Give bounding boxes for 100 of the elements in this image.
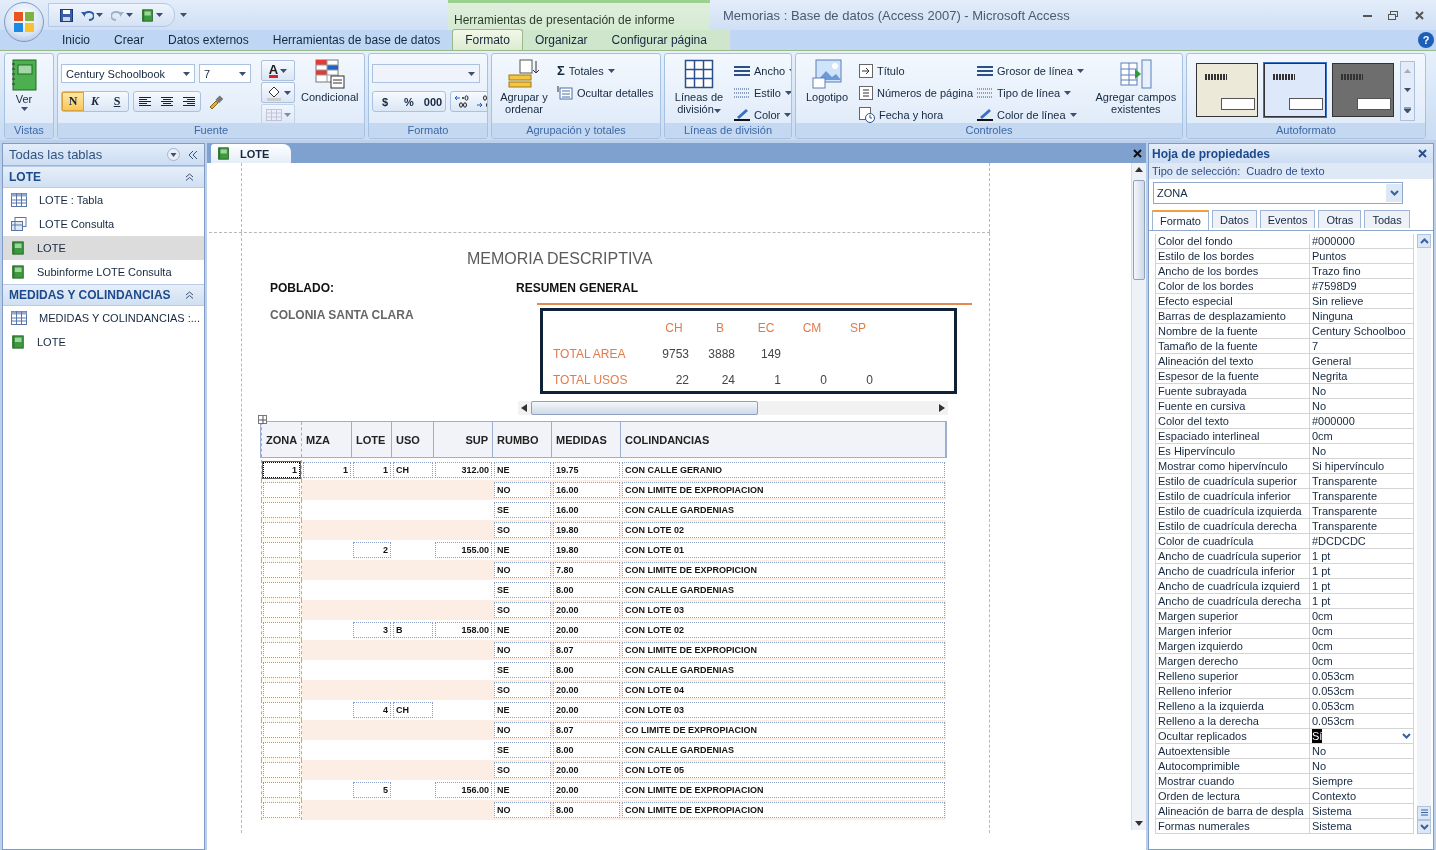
document-tab[interactable]: LOTE bbox=[211, 144, 292, 163]
group-sort-button[interactable]: Agrupar y ordenar bbox=[495, 57, 553, 117]
font-style-button[interactable]: N bbox=[62, 92, 84, 111]
line-option-button[interactable]: Grosor de línea bbox=[977, 61, 1084, 80]
property-value[interactable]: Century Schoolboo bbox=[1312, 324, 1406, 338]
property-value[interactable]: Contexto bbox=[1312, 789, 1357, 803]
property-value[interactable]: Transparente bbox=[1312, 504, 1378, 518]
navigation-item[interactable]: LOTE : Tabla bbox=[3, 188, 204, 212]
insert-control-button[interactable]: Título bbox=[859, 61, 973, 80]
help-button[interactable]: ? bbox=[1418, 32, 1434, 48]
right-arrow-icon[interactable] bbox=[939, 404, 945, 412]
property-value[interactable]: 0cm bbox=[1312, 609, 1333, 623]
gridline-option-button[interactable]: Estilo bbox=[734, 83, 791, 102]
property-value[interactable]: No bbox=[1312, 444, 1327, 458]
conditional-format-button[interactable]: Condicional bbox=[299, 57, 361, 105]
property-value[interactable]: 0.053cm bbox=[1312, 714, 1355, 728]
navigation-item[interactable]: LOTE bbox=[3, 330, 204, 354]
line-option-button[interactable]: Color de línea bbox=[977, 105, 1084, 123]
office-button[interactable] bbox=[4, 2, 44, 42]
close-icon[interactable] bbox=[1133, 148, 1142, 158]
property-tab[interactable]: Formato bbox=[1152, 210, 1209, 230]
property-value[interactable]: 0cm bbox=[1312, 429, 1333, 443]
navigation-group-header[interactable]: MEDIDAS Y COLINDANCIAS bbox=[3, 284, 204, 306]
autoformat-thumbnail[interactable] bbox=[1196, 63, 1258, 117]
property-value[interactable]: Sistema bbox=[1312, 819, 1352, 833]
property-value[interactable]: Sistema bbox=[1312, 804, 1352, 818]
property-value[interactable]: 0.053cm bbox=[1312, 669, 1355, 683]
number-format-button[interactable]: $ bbox=[373, 92, 397, 111]
view-button[interactable]: Ver bbox=[8, 57, 40, 113]
collapse-icon[interactable] bbox=[188, 150, 198, 159]
property-value[interactable]: No bbox=[1312, 759, 1327, 773]
ribbon-tab[interactable]: Configurar página bbox=[599, 30, 719, 50]
property-value[interactable]: Siempre bbox=[1312, 774, 1353, 788]
property-value[interactable]: #000000 bbox=[1312, 414, 1355, 428]
gridlines-button[interactable]: Líneas de división bbox=[668, 57, 730, 117]
property-value[interactable]: Transparente bbox=[1312, 489, 1378, 503]
font-style-button[interactable]: K bbox=[84, 92, 106, 111]
property-value[interactable]: Ninguna bbox=[1312, 309, 1353, 323]
property-value[interactable]: Transparente bbox=[1312, 474, 1378, 488]
scroll-grip-icon[interactable] bbox=[1419, 809, 1429, 817]
insert-control-button[interactable]: Números de página bbox=[859, 83, 973, 102]
property-value[interactable]: 1 pt bbox=[1312, 579, 1331, 593]
navigation-item[interactable]: Subinforme LOTE Consulta bbox=[3, 260, 204, 284]
line-option-button[interactable]: Tipo de línea bbox=[977, 83, 1084, 102]
property-value[interactable]: Transparente bbox=[1312, 519, 1378, 533]
property-tab[interactable]: Eventos bbox=[1259, 210, 1316, 228]
property-value[interactable]: No bbox=[1312, 399, 1327, 413]
property-value[interactable]: 0cm bbox=[1312, 624, 1333, 638]
vertical-scrollbar[interactable] bbox=[1131, 163, 1146, 830]
autoformat-thumbnail[interactable] bbox=[1332, 63, 1394, 117]
property-value[interactable]: 0cm bbox=[1312, 639, 1333, 653]
property-value[interactable]: 0.053cm bbox=[1312, 684, 1355, 698]
horizontal-scrollbar[interactable] bbox=[518, 401, 948, 415]
property-value[interactable]: No bbox=[1312, 744, 1327, 758]
property-value[interactable]: 7 bbox=[1312, 339, 1319, 353]
property-tab[interactable]: Datos bbox=[1211, 210, 1257, 228]
add-fields-button[interactable]: Agregar campos existentes bbox=[1087, 57, 1182, 117]
navigation-item[interactable]: LOTE Consulta bbox=[3, 212, 204, 236]
property-value[interactable]: Si hipervínculo bbox=[1312, 459, 1385, 473]
scrollbar-thumb[interactable] bbox=[1133, 180, 1145, 280]
number-format-field[interactable] bbox=[372, 64, 480, 83]
property-value[interactable]: Sin relieve bbox=[1312, 294, 1364, 308]
gridline-option-button[interactable]: Ancho bbox=[734, 61, 791, 80]
property-value[interactable]: Trazo fino bbox=[1312, 264, 1361, 278]
down-arrow-icon[interactable] bbox=[1135, 821, 1143, 826]
save-button[interactable] bbox=[57, 6, 76, 24]
hide-details-button[interactable]: Ocultar detalles bbox=[557, 83, 654, 102]
property-value[interactable]: 1 pt bbox=[1312, 564, 1331, 578]
property-tab[interactable]: Todas bbox=[1364, 210, 1410, 228]
number-format-button[interactable]: % bbox=[397, 92, 421, 111]
property-value[interactable]: No bbox=[1312, 384, 1327, 398]
ribbon-tab[interactable]: Organizar bbox=[522, 30, 600, 50]
totals-button[interactable]: Σ Totales bbox=[557, 61, 654, 80]
navigation-item[interactable]: MEDIDAS Y COLINDANCIAS :... bbox=[3, 306, 204, 330]
property-value[interactable]: Sí bbox=[1312, 729, 1323, 743]
fill-color-button[interactable] bbox=[261, 82, 295, 103]
down-arrow-icon[interactable] bbox=[1404, 88, 1411, 92]
ribbon-tab[interactable]: Formato bbox=[452, 29, 523, 50]
property-value[interactable]: 1 pt bbox=[1312, 594, 1331, 608]
gallery-scrollbar[interactable] bbox=[1400, 61, 1415, 121]
property-value[interactable]: #000000 bbox=[1312, 234, 1355, 248]
number-format-button[interactable]: 000 bbox=[421, 92, 445, 111]
dropdown-icon[interactable] bbox=[167, 148, 180, 161]
property-value[interactable]: General bbox=[1312, 354, 1352, 368]
navigation-item[interactable]: LOTE bbox=[3, 236, 204, 260]
property-value[interactable]: #DCDCDC bbox=[1312, 534, 1366, 548]
close-icon[interactable] bbox=[1418, 149, 1427, 158]
font-color-button[interactable]: A bbox=[261, 60, 295, 81]
ribbon-tab[interactable]: Crear bbox=[102, 30, 157, 50]
left-arrow-icon[interactable] bbox=[521, 404, 527, 412]
property-value[interactable]: Negrita bbox=[1312, 369, 1348, 383]
property-value[interactable]: #7598D9 bbox=[1312, 279, 1357, 293]
control-selector[interactable]: ZONA bbox=[1153, 182, 1403, 204]
navigation-group-header[interactable]: LOTE bbox=[3, 166, 204, 188]
property-value[interactable]: 1 pt bbox=[1312, 549, 1331, 563]
gridline-option-button[interactable]: Color bbox=[734, 105, 791, 123]
ribbon-tab[interactable]: Herramientas de base de datos bbox=[260, 30, 453, 50]
autoformat-thumbnail[interactable] bbox=[1264, 63, 1326, 117]
dropdown-button[interactable] bbox=[1402, 733, 1413, 739]
font-style-button[interactable]: S bbox=[106, 92, 128, 111]
